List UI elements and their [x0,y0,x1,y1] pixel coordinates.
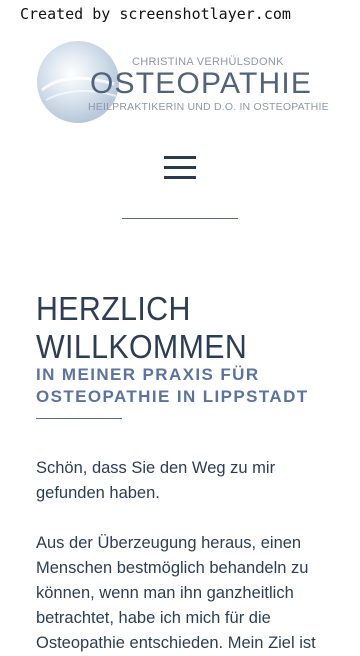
menu-bar [164,156,196,159]
paragraph-line: Schön, dass Sie den Weg zu mir [36,459,276,477]
intro-paragraph: Schön, dass Sie den Weg zu mir gefunden … [36,456,326,506]
heading-divider [36,418,122,419]
screenshot-watermark: Created by screenshotlayer.com [20,5,291,23]
paragraph-line: Osteopathie entschieden. Mein Ziel ist [36,634,316,652]
nav-divider [122,218,238,219]
heading-line: HERZLICH [36,290,191,327]
subheading-line: IN MEINER PRAXIS FÜR [36,365,260,384]
logo-title: OSTEOPATHIE [90,67,313,100]
heading-line: WILLKOMMEN [36,328,248,365]
page-subheading: IN MEINER PRAXIS FÜR OSTEOPATHIE IN LIPP… [36,364,309,408]
site-logo[interactable]: CHRISTINA VERHÜLSDONK OSTEOPATHIE HEILPR… [36,40,329,124]
body-paragraph: Aus der Überzeugung heraus, einen Mensch… [36,531,326,656]
paragraph-line: betrachtet, habe ich mich für die [36,609,271,627]
paragraph-line: können, wenn man ihn ganzheitlich [36,584,294,602]
paragraph-line: Menschen bestmöglich behandeln zu [36,559,309,577]
menu-bar [164,176,196,179]
page-heading: HERZLICH WILLKOMMEN [36,290,247,366]
subheading-line: OSTEOPATHIE IN LIPPSTADT [36,387,309,406]
hamburger-menu-icon[interactable] [162,153,198,183]
paragraph-line: gefunden haben. [36,484,160,502]
logo-tagline: HEILPRAKTIKERIN UND D.O. IN OSTEOPATHIE [88,101,329,113]
menu-bar [164,166,196,169]
paragraph-line: Aus der Überzeugung heraus, einen [36,534,302,552]
